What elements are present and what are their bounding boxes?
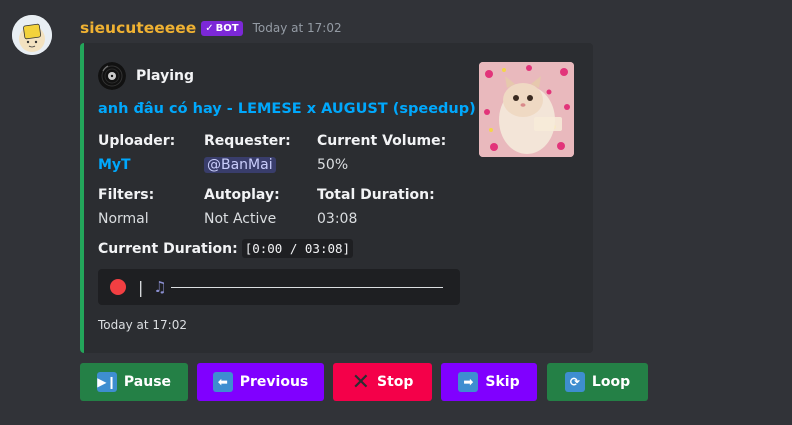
embed-author: Playing xyxy=(98,62,194,90)
uploader-link[interactable]: MyT xyxy=(98,157,131,173)
current-duration-value: [0:00 / 03:08] xyxy=(241,239,354,258)
play-pause-icon: ▶❙ xyxy=(96,372,117,392)
arrow-left-icon: ⬅ xyxy=(212,372,233,392)
skip-button[interactable]: ➡ Skip xyxy=(441,363,537,401)
progress-track xyxy=(170,286,443,288)
arrow-right-icon: ➡ xyxy=(458,372,479,392)
message-header: sieucuteeeee ✓ BOT Today at 17:02 xyxy=(80,17,342,39)
pause-button[interactable]: ▶❙ Pause xyxy=(80,363,188,401)
previous-button[interactable]: ⬅ Previous xyxy=(197,363,324,401)
embed-footer-timestamp: Today at 17:02 xyxy=(98,318,187,332)
field-name: Uploader: xyxy=(98,133,176,149)
vinyl-record-icon xyxy=(98,62,126,90)
separator: | xyxy=(138,277,144,297)
message-timestamp: Today at 17:02 xyxy=(252,21,342,35)
field-name: Current Volume: xyxy=(317,133,447,149)
field-requester: Requester: @BanMai xyxy=(204,133,291,175)
now-playing-embed: Playing anh đâu có hay - LEMESE x AUGUST… xyxy=(80,43,593,353)
bot-badge: ✓ BOT xyxy=(201,20,243,36)
autoplay-value: Not Active xyxy=(204,211,277,227)
stop-button[interactable]: ✕ Stop xyxy=(333,363,432,401)
song-thumbnail[interactable] xyxy=(479,62,574,157)
field-total-duration: Total Duration: 03:08 xyxy=(317,187,435,229)
current-duration: Current Duration: [0:00 / 03:08] xyxy=(98,239,354,258)
checkmark-icon: ✓ xyxy=(205,22,214,34)
music-note-icon: ♫ xyxy=(153,278,167,296)
field-name: Total Duration: xyxy=(317,187,435,203)
volume-value: 50% xyxy=(317,157,349,173)
song-title-link[interactable]: anh đâu có hay - LEMESE x AUGUST (speedu… xyxy=(98,101,476,117)
cross-mark-icon: ✕ xyxy=(351,369,370,395)
repeat-icon: ⟳ xyxy=(564,372,585,392)
loop-button[interactable]: ⟳ Loop xyxy=(547,363,648,401)
bot-avatar[interactable] xyxy=(12,15,52,55)
field-name: Filters: xyxy=(98,187,155,203)
field-filters: Filters: Normal xyxy=(98,187,154,229)
field-uploader: Uploader: MyT xyxy=(98,133,175,175)
current-duration-label: Current Duration: xyxy=(98,240,238,257)
field-autoplay: Autoplay: Not Active xyxy=(204,187,280,229)
progress-bar: | ♫ xyxy=(98,269,460,305)
embed-author-name: Playing xyxy=(136,68,194,84)
record-dot-icon xyxy=(110,279,126,295)
filters-value: Normal xyxy=(98,211,149,227)
username[interactable]: sieucuteeeee xyxy=(80,19,196,37)
requester-mention[interactable]: @BanMai xyxy=(204,157,276,173)
field-name: Autoplay: xyxy=(204,187,280,203)
field-volume: Current Volume: 50% xyxy=(317,133,446,175)
total-duration-value: 03:08 xyxy=(317,211,358,227)
field-name: Requester: xyxy=(204,133,291,149)
